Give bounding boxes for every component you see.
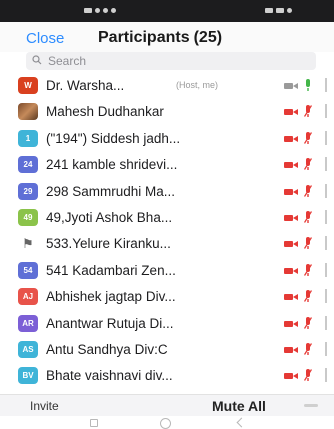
more-options-icon[interactable] bbox=[304, 404, 318, 407]
participant-name: 298 Sammrudhi Ma... bbox=[46, 183, 176, 199]
participant-name: Antu Sandhya Div:C bbox=[46, 342, 168, 357]
row-edge-mark bbox=[325, 289, 327, 304]
status-bar bbox=[0, 0, 334, 22]
participant-row[interactable]: Mahesh Dudhankar bbox=[0, 100, 334, 125]
participant-name: 533.Yelure Kiranku... bbox=[46, 236, 171, 252]
avatar: 1 bbox=[18, 129, 38, 147]
mic-muted-icon[interactable] bbox=[304, 369, 312, 382]
video-off-icon[interactable] bbox=[284, 267, 298, 275]
video-off-icon[interactable] bbox=[284, 346, 298, 354]
avatar: AJ bbox=[18, 288, 38, 306]
video-off-icon[interactable] bbox=[284, 320, 298, 328]
participant-row[interactable]: W Dr. Warsha... (Host, me) bbox=[0, 74, 334, 99]
participant-count: (25) bbox=[193, 29, 223, 46]
status-icons-right bbox=[265, 6, 292, 14]
row-edge-mark bbox=[325, 78, 327, 92]
page-title: Participants (25) bbox=[98, 29, 222, 47]
participant-row[interactable]: 49 49,Jyoti Ashok Bha... bbox=[0, 206, 334, 231]
video-off-icon[interactable] bbox=[284, 372, 298, 380]
participant-row[interactable]: 1 ("194") Siddesh jadh... bbox=[0, 127, 334, 152]
mic-muted-icon[interactable] bbox=[304, 343, 312, 356]
participant-row[interactable]: AJ Abhishek jagtap Div... bbox=[0, 285, 334, 310]
video-off-icon[interactable] bbox=[284, 240, 298, 248]
participants-footer: Invite Mute All bbox=[0, 394, 334, 416]
search-placeholder: Search bbox=[48, 54, 87, 68]
recents-icon[interactable] bbox=[90, 419, 98, 427]
participant-row[interactable]: 24 241 kamble shridevi... bbox=[0, 153, 334, 178]
row-edge-mark bbox=[325, 157, 327, 172]
host-tag: (Host, me) bbox=[176, 80, 219, 90]
avatar: 49 bbox=[18, 209, 38, 226]
avatar: AR bbox=[18, 314, 38, 332]
mic-muted-icon[interactable] bbox=[304, 131, 312, 145]
participant-name: ("194") Siddesh jadh... bbox=[46, 130, 181, 146]
row-edge-mark bbox=[325, 130, 327, 145]
participant-name: 241 kamble shridevi... bbox=[46, 157, 178, 173]
search-icon bbox=[32, 55, 42, 65]
video-off-icon[interactable] bbox=[284, 293, 298, 301]
participant-name: Bhate vaishnavi div... bbox=[46, 368, 173, 384]
back-icon[interactable] bbox=[236, 417, 247, 428]
participant-name: Abhishek jagtap Div... bbox=[46, 289, 176, 305]
participant-name: Anantwar Rutuja Di... bbox=[46, 315, 174, 331]
mic-muted-icon[interactable] bbox=[304, 158, 312, 171]
mic-muted-icon[interactable] bbox=[304, 263, 312, 277]
avatar: 24 bbox=[18, 156, 38, 174]
invite-button[interactable]: Invite bbox=[30, 399, 59, 413]
avatar: 29 bbox=[18, 182, 38, 200]
mic-muted-icon[interactable] bbox=[304, 184, 312, 198]
avatar: BV bbox=[18, 367, 38, 385]
mic-muted-icon[interactable] bbox=[304, 237, 312, 250]
mic-muted-icon[interactable] bbox=[304, 316, 312, 330]
video-off-icon[interactable] bbox=[284, 161, 298, 169]
close-button[interactable]: Close bbox=[26, 30, 64, 47]
participant-row[interactable]: 29 298 Sammrudhi Ma... bbox=[0, 180, 334, 205]
row-edge-mark bbox=[325, 183, 327, 198]
mic-muted-icon[interactable] bbox=[304, 105, 312, 118]
status-icons-left bbox=[84, 6, 116, 14]
row-edge-mark bbox=[325, 368, 327, 383]
participant-list[interactable]: W Dr. Warsha... (Host, me) Mahesh Dudhankar… bbox=[0, 74, 334, 394]
participant-row[interactable]: AR Anantwar Rutuja Di... bbox=[0, 312, 334, 337]
row-edge-mark bbox=[325, 342, 327, 356]
system-nav-bar bbox=[0, 416, 334, 429]
avatar bbox=[18, 103, 38, 121]
search-input[interactable]: Search bbox=[26, 52, 316, 70]
row-edge-mark bbox=[325, 315, 327, 330]
participant-name: 49,Jyoti Ashok Bha... bbox=[46, 210, 173, 225]
mic-muted-icon[interactable] bbox=[304, 211, 312, 224]
video-off-icon[interactable] bbox=[284, 108, 298, 116]
title-text: Participants bbox=[98, 29, 190, 46]
avatar: 54 bbox=[18, 261, 38, 279]
video-on-icon[interactable] bbox=[284, 82, 298, 90]
avatar: AS bbox=[18, 341, 38, 358]
video-off-icon[interactable] bbox=[284, 188, 298, 196]
participant-row[interactable]: AS Antu Sandhya Div:C bbox=[0, 338, 334, 363]
participant-name: Mahesh Dudhankar bbox=[46, 104, 164, 120]
row-edge-mark bbox=[325, 104, 327, 119]
participant-name: 541 Kadambari Zen... bbox=[46, 262, 176, 278]
row-edge-mark bbox=[325, 262, 327, 277]
row-edge-mark bbox=[325, 210, 327, 224]
participant-row[interactable]: BV Bhate vaishnavi div... bbox=[0, 364, 334, 389]
mic-muted-icon[interactable] bbox=[304, 290, 312, 303]
avatar: ⚑ bbox=[22, 236, 34, 252]
mic-on-icon[interactable] bbox=[304, 79, 312, 92]
participant-row[interactable]: ⚑ 533.Yelure Kiranku... bbox=[0, 232, 334, 257]
avatar: W bbox=[18, 77, 38, 94]
mute-all-button[interactable]: Mute All bbox=[212, 398, 266, 414]
participant-row[interactable]: 54 541 Kadambari Zen... bbox=[0, 259, 334, 284]
video-off-icon[interactable] bbox=[284, 135, 298, 143]
row-edge-mark bbox=[325, 236, 327, 251]
video-off-icon[interactable] bbox=[284, 214, 298, 222]
participants-header: Close Participants (25) bbox=[0, 22, 334, 52]
participant-name: Dr. Warsha... bbox=[46, 78, 125, 93]
home-icon[interactable] bbox=[160, 418, 171, 429]
